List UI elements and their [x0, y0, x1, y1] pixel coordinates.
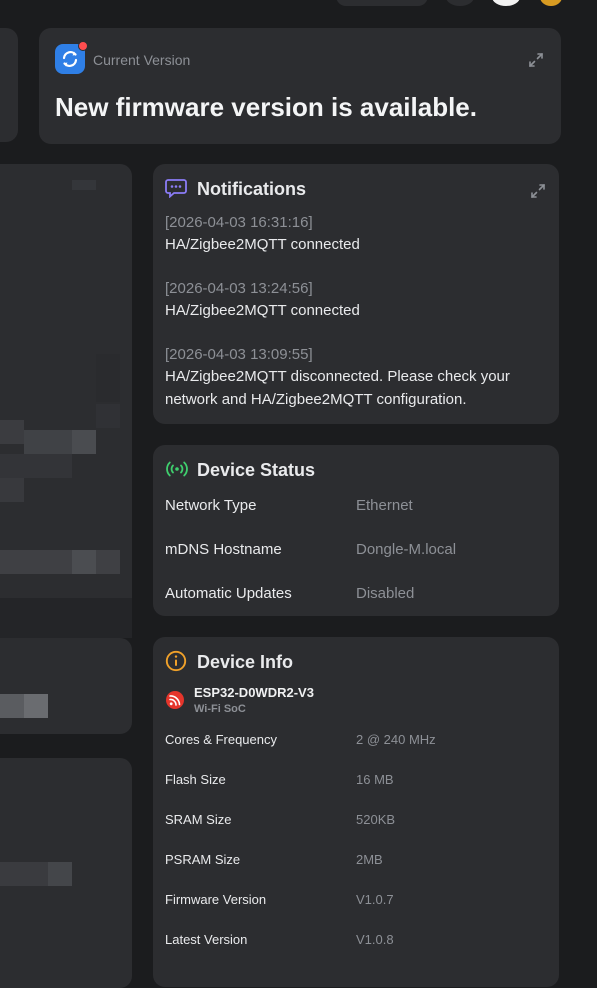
status-value-mdns-hostname: Dongle-M.local [356, 541, 457, 558]
expand-icon[interactable] [528, 52, 544, 68]
info-label-latest-version: Latest Version [165, 932, 248, 947]
notification-message: HA/Zigbee2MQTT connected [165, 236, 360, 253]
notification-item: [2026-04-03 13:09:55] HA/Zigbee2MQTT dis… [165, 346, 545, 411]
current-version-label: Current Version [93, 52, 191, 68]
notifications-title: Notifications [197, 179, 307, 199]
status-label-automatic-updates: Automatic Updates [165, 585, 292, 602]
left-card-blurred-2 [0, 638, 132, 734]
notification-message: HA/Zigbee2MQTT disconnected. Please chec… [165, 368, 510, 408]
info-value-latest-version: V1.0.8 [356, 932, 394, 947]
left-card-blurred-3 [0, 758, 132, 988]
notification-message: HA/Zigbee2MQTT connected [165, 302, 360, 319]
status-value-network-type: Ethernet [356, 497, 413, 514]
notification-time: [2026-04-03 13:09:55] [165, 346, 313, 363]
espressif-logo-icon [165, 690, 185, 710]
status-label-mdns-hostname: mDNS Hostname [165, 541, 282, 558]
status-label-network-type: Network Type [165, 497, 257, 514]
status-value-automatic-updates: Disabled [356, 585, 415, 602]
info-value-flash-size: 16 MB [356, 772, 394, 787]
device-info-title: Device Info [197, 652, 294, 672]
info-label-sram-size: SRAM Size [165, 812, 232, 827]
info-label-cores-frequency: Cores & Frequency [165, 732, 277, 747]
left-card-blurred-1 [0, 164, 132, 616]
notification-item: [2026-04-03 16:31:16] HA/Zigbee2MQTT con… [165, 214, 545, 256]
topbar-badge-icon[interactable] [540, 0, 562, 6]
update-badge [78, 41, 88, 51]
notifications-icon [165, 178, 187, 199]
info-value-psram-size: 2MB [356, 852, 383, 867]
firmware-message: New firmware version is available. [55, 92, 477, 122]
signal-icon [165, 460, 189, 478]
info-label-flash-size: Flash Size [165, 772, 226, 787]
info-value-sram-size: 520KB [356, 812, 396, 827]
info-label-firmware-version: Firmware Version [165, 892, 267, 907]
info-label-psram-size: PSRAM Size [165, 852, 241, 867]
notification-time: [2026-04-03 16:31:16] [165, 214, 313, 231]
notification-item: [2026-04-03 13:24:56] HA/Zigbee2MQTT con… [165, 280, 545, 322]
chip-name: ESP32-D0WDR2-V3 [194, 685, 314, 700]
firmware-update-icon [55, 41, 88, 74]
top-search-pill[interactable] [336, 0, 428, 6]
device-status-title: Device Status [197, 460, 316, 480]
info-value-cores-frequency: 2 @ 240 MHz [356, 732, 436, 747]
expand-icon[interactable] [530, 183, 546, 199]
info-icon [165, 650, 187, 672]
avatar[interactable] [492, 0, 520, 6]
notification-time: [2026-04-03 13:24:56] [165, 280, 313, 297]
left-card-top [0, 28, 18, 142]
blurred-strip [0, 598, 132, 638]
info-value-firmware-version: V1.0.7 [356, 892, 394, 907]
topbar-button[interactable] [446, 0, 474, 6]
current-version-card [39, 28, 561, 144]
chip-subtitle: Wi-Fi SoC [194, 703, 246, 715]
